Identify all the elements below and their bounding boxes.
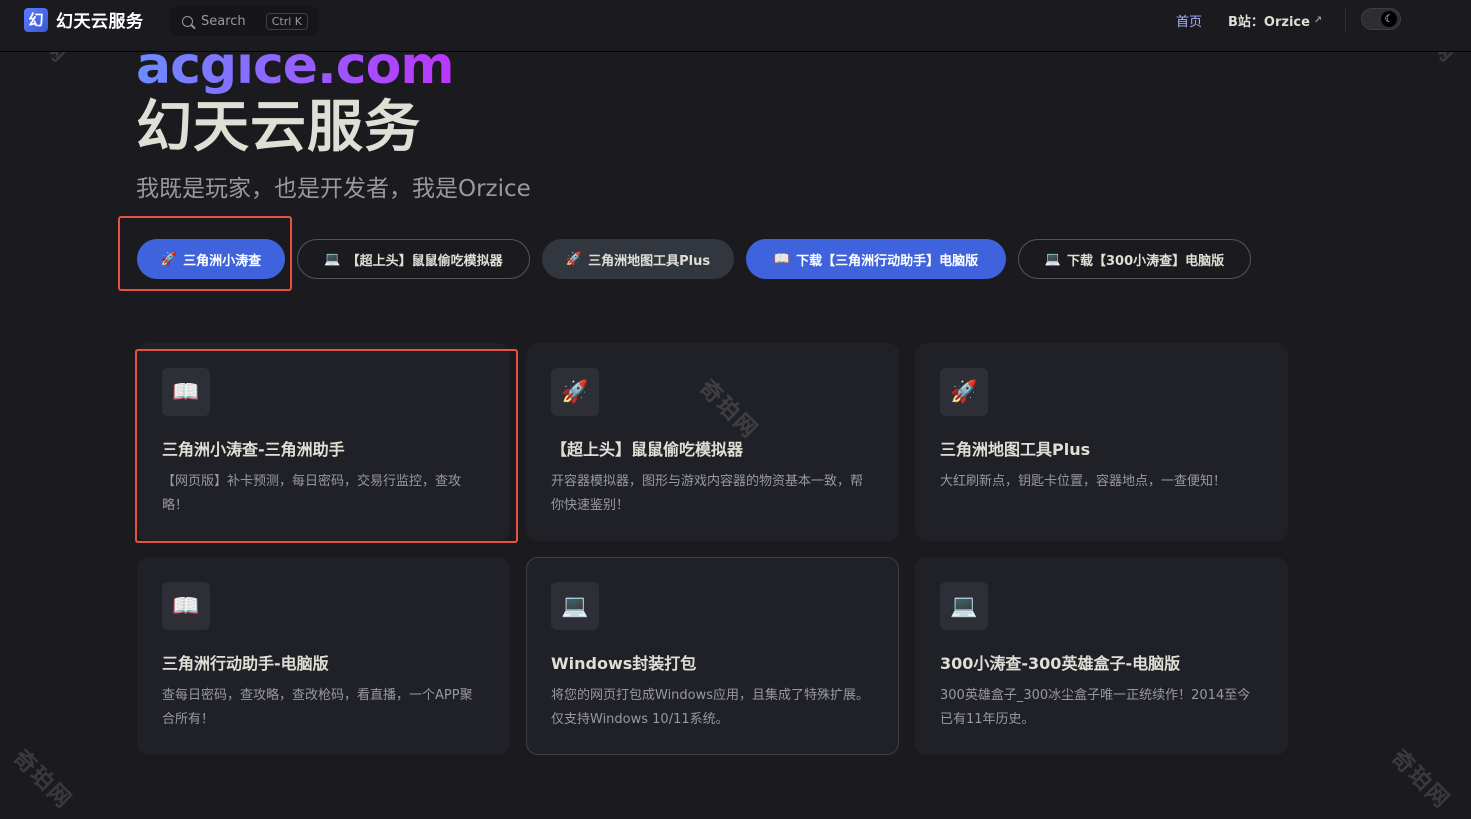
- moon-icon: ☾: [1381, 11, 1397, 27]
- book-icon: 📖: [773, 251, 791, 267]
- feature-card-xiaotaocha[interactable]: 📖 三角洲小涛查-三角洲助手 【网页版】补卡预测，每日密码，交易行监控，查攻略！: [137, 343, 510, 541]
- feature-card-mouse-simulator[interactable]: 🚀 【超上头】鼠鼠偷吃模拟器 开容器模拟器，图形与游戏内容器的物资基本一致，帮你…: [526, 343, 899, 541]
- watermark: 奇珀网: [7, 745, 77, 815]
- nav-link-bilibili-label: B站：Orzice: [1228, 15, 1310, 30]
- search-shortcut: Ctrl K: [265, 12, 308, 30]
- feature-card-map-tool[interactable]: 🚀 三角洲地图工具Plus 大红刷新点，钥匙卡位置，容器地点，一查便知！: [915, 343, 1288, 541]
- action-label: 下载【300小涛查】电脑版: [1067, 253, 1225, 269]
- site-logo-link[interactable]: 幻 幻天云服务: [24, 7, 144, 32]
- action-button-download-300[interactable]: 💻 下载【300小涛查】电脑版: [1018, 239, 1251, 279]
- rocket-icon: 🚀: [565, 251, 583, 267]
- feature-description: 【网页版】补卡预测，每日密码，交易行监控，查攻略！: [162, 474, 462, 513]
- action-label: 下载【三角洲行动助手】电脑版: [796, 253, 979, 269]
- top-nav: 幻 幻天云服务 Search Ctrl K 首页 B站：Orzice ↗ ☾: [0, 0, 1471, 52]
- feature-description: 大红刷新点，钥匙卡位置，容器地点，一查便知！: [940, 474, 1227, 489]
- hero-tagline: 我既是玩家，也是开发者，我是Orzice: [136, 176, 531, 202]
- action-label: 【超上头】鼠鼠偷吃模拟器: [346, 253, 503, 269]
- feature-description: 将您的网页打包成Windows应用，且集成了特殊扩展。仅支持Windows 10…: [551, 688, 870, 727]
- feature-title: 三角洲行动助手-电脑版: [162, 654, 329, 673]
- laptop-icon: 💻: [324, 251, 341, 267]
- theme-toggle[interactable]: ☾: [1361, 8, 1401, 30]
- watermark: 奇珀网: [1385, 745, 1455, 815]
- rocket-icon: 🚀: [940, 368, 988, 416]
- action-button-map-tool[interactable]: 🚀 三角洲地图工具Plus: [542, 239, 734, 279]
- search-placeholder: Search: [201, 13, 246, 29]
- action-button-xiaotaocha[interactable]: 🚀 三角洲小涛查: [137, 239, 285, 279]
- hero-title: 幻天云服务: [136, 95, 421, 160]
- rocket-icon: 🚀: [160, 251, 178, 267]
- feature-card-assistant-pc[interactable]: 📖 三角洲行动助手-电脑版 查每日密码，查攻略，查改枪码，看直播，一个APP聚合…: [137, 557, 510, 755]
- action-button-download-assistant[interactable]: 📖 下载【三角洲行动助手】电脑版: [746, 239, 1006, 279]
- book-icon: 📖: [162, 582, 210, 630]
- feature-title: 300小涛查-300英雄盒子-电脑版: [940, 654, 1181, 673]
- laptop-icon: 💻: [1044, 251, 1062, 267]
- logo-icon: 幻: [24, 7, 48, 32]
- nav-link-home[interactable]: 首页: [1176, 11, 1202, 30]
- feature-card-300-box[interactable]: 💻 300小涛查-300英雄盒子-电脑版 300英雄盒子_300冰尘盒子唯一正统…: [915, 557, 1288, 755]
- feature-description: 开容器模拟器，图形与游戏内容器的物资基本一致，帮你快速鉴别！: [551, 474, 864, 513]
- feature-title: 【超上头】鼠鼠偷吃模拟器: [551, 440, 744, 459]
- rocket-icon: 🚀: [551, 368, 599, 416]
- laptop-icon: 💻: [551, 582, 599, 630]
- feature-description: 查每日密码，查攻略，查改枪码，看直播，一个APP聚合所有！: [162, 688, 473, 727]
- feature-card-windows-packaging[interactable]: 💻 Windows封装打包 将您的网页打包成Windows应用，且集成了特殊扩展…: [526, 557, 899, 755]
- feature-title: 三角洲小涛查-三角洲助手: [162, 440, 345, 459]
- book-icon: 📖: [162, 368, 210, 416]
- feature-title: Windows封装打包: [551, 654, 697, 673]
- feature-description: 300英雄盒子_300冰尘盒子唯一正统续作！2014至今已有11年历史。: [940, 688, 1251, 727]
- nav-divider: [1345, 8, 1346, 32]
- search-icon: [182, 15, 193, 27]
- search-button[interactable]: Search Ctrl K: [170, 6, 318, 36]
- site-title: 幻天云服务: [56, 12, 144, 32]
- action-label: 三角洲地图工具Plus: [588, 253, 711, 269]
- action-button-mouse-simulator[interactable]: 💻 【超上头】鼠鼠偷吃模拟器: [297, 239, 530, 279]
- external-link-icon: ↗: [1313, 15, 1323, 26]
- action-label: 三角洲小涛查: [183, 253, 262, 269]
- feature-title: 三角洲地图工具Plus: [940, 440, 1091, 459]
- laptop-icon: 💻: [940, 582, 988, 630]
- nav-link-bilibili[interactable]: B站：Orzice ↗: [1228, 11, 1322, 30]
